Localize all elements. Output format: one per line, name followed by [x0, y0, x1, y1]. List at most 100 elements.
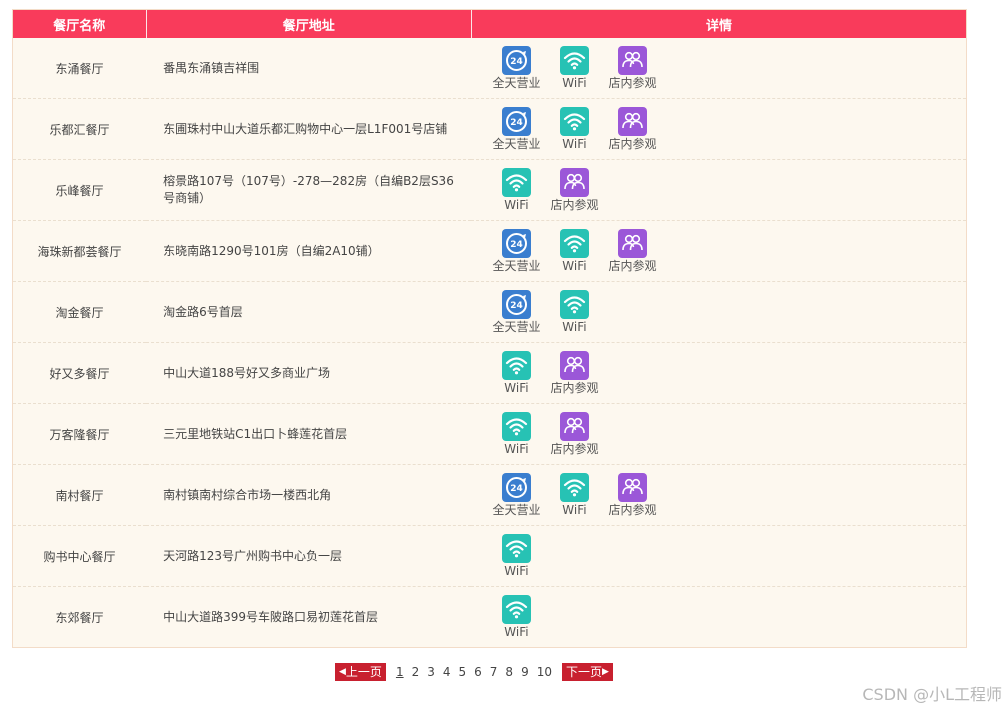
24-hours-icon: 24 — [501, 228, 531, 258]
header-restaurant-name: 餐厅名称 — [13, 10, 147, 38]
wifi-icon — [559, 472, 589, 502]
page-number-link[interactable]: 1 — [396, 665, 404, 679]
table-row: 南村餐厅 南村镇南村综合市场一楼西北角 24 全天营业 WiFi 店内参观 — [13, 464, 966, 526]
people-icon — [559, 167, 589, 197]
feature-allday[interactable]: 24 全天营业 — [487, 289, 545, 335]
restaurant-features: 24 全天营业 WiFi 店内参观 — [471, 98, 966, 160]
feature-allday[interactable]: 24 全天营业 — [487, 106, 545, 152]
people-icon — [617, 228, 647, 258]
feature-label: WiFi — [504, 197, 529, 212]
feature-wifi[interactable]: WiFi — [487, 533, 545, 579]
page-number-link[interactable]: 9 — [521, 665, 529, 679]
feature-wifi[interactable]: WiFi — [487, 350, 545, 396]
people-icon — [559, 411, 589, 441]
24-hours-icon: 24 — [501, 45, 531, 75]
people-icon — [617, 106, 647, 136]
page-number-link[interactable]: 8 — [505, 665, 513, 679]
page-number-list: 1 2 3 4 5 6 7 8 9 10 — [392, 665, 556, 679]
feature-allday[interactable]: 24 全天营业 — [487, 228, 545, 274]
feature-wifi[interactable]: WiFi — [545, 45, 603, 91]
feature-icon-group: 24 全天营业 WiFi 店内参观 — [487, 106, 966, 152]
feature-wifi[interactable]: WiFi — [487, 167, 545, 213]
restaurant-name: 海珠新都荟餐厅 — [13, 220, 147, 282]
feature-label: 店内参观 — [608, 502, 657, 517]
wifi-icon — [501, 167, 531, 197]
feature-wifi[interactable]: WiFi — [487, 594, 545, 640]
prev-page-label: 上一页 — [345, 665, 382, 679]
header-details: 详情 — [471, 10, 966, 38]
restaurant-name: 南村餐厅 — [13, 464, 147, 526]
restaurant-address: 东晓南路1290号101房（自编2A10铺） — [146, 220, 472, 282]
feature-icon-group: 24 全天营业 WiFi — [487, 289, 966, 335]
prev-page-button[interactable]: ◀ 上一页 — [335, 663, 386, 681]
feature-label: 全天营业 — [492, 75, 541, 90]
feature-wifi[interactable]: WiFi — [545, 228, 603, 274]
triangle-left-icon: ◀ — [339, 667, 346, 677]
wifi-icon — [501, 411, 531, 441]
restaurant-features: 24 全天营业 WiFi 店内参观 — [471, 220, 966, 282]
page-number-link[interactable]: 7 — [490, 665, 498, 679]
pagination: ◀ 上一页 1 2 3 4 5 6 7 8 9 10 下一页 ▶ — [335, 663, 613, 681]
feature-view[interactable]: 店内参观 — [603, 228, 661, 274]
feature-view[interactable]: 店内参观 — [603, 45, 661, 91]
page-number-link[interactable]: 10 — [537, 665, 552, 679]
feature-label: 全天营业 — [492, 502, 541, 517]
feature-label: 店内参观 — [550, 197, 599, 212]
feature-label: WiFi — [504, 624, 529, 639]
feature-icon-group: 24 全天营业 WiFi 店内参观 — [487, 45, 966, 91]
feature-allday[interactable]: 24 全天营业 — [487, 472, 545, 518]
table-row: 海珠新都荟餐厅 东晓南路1290号101房（自编2A10铺） 24 全天营业 WiFi 店… — [13, 220, 966, 282]
page-number-link[interactable]: 2 — [412, 665, 420, 679]
feature-icon-group: WiFi 店内参观 — [487, 350, 966, 396]
page-number-link[interactable]: 4 — [443, 665, 451, 679]
table-header-row: 餐厅名称 餐厅地址 详情 — [13, 10, 966, 38]
feature-allday[interactable]: 24 全天营业 — [487, 45, 545, 91]
feature-icon-group: 24 全天营业 WiFi 店内参观 — [487, 228, 966, 274]
feature-icon-group: WiFi — [487, 594, 966, 640]
feature-wifi[interactable]: WiFi — [545, 472, 603, 518]
feature-label: WiFi — [562, 136, 587, 151]
next-page-button[interactable]: 下一页 ▶ — [561, 663, 613, 681]
restaurant-address: 榕景路107号（107号）-278—282房（自编B2层S36号商铺） — [146, 159, 472, 221]
table-row: 东郊餐厅 中山大道路399号车陂路口易初莲花首层 WiFi — [13, 587, 966, 648]
restaurant-name: 淘金餐厅 — [13, 281, 147, 343]
restaurant-address: 三元里地铁站C1出口卜蜂莲花首层 — [146, 403, 472, 465]
feature-view[interactable]: 店内参观 — [545, 167, 603, 213]
page-number-link[interactable]: 6 — [474, 665, 482, 679]
wifi-icon — [501, 594, 531, 624]
feature-view[interactable]: 店内参观 — [603, 106, 661, 152]
table-row: 乐峰餐厅 榕景路107号（107号）-278—282房（自编B2层S36号商铺） W… — [13, 159, 966, 221]
feature-label: 全天营业 — [492, 258, 541, 273]
page-number-link[interactable]: 3 — [427, 665, 435, 679]
wifi-icon — [559, 228, 589, 258]
restaurant-features: WiFi — [471, 525, 966, 587]
table-row: 万客隆餐厅 三元里地铁站C1出口卜蜂莲花首层 WiFi 店内参观 — [13, 403, 966, 465]
table-row: 好又多餐厅 中山大道188号好又多商业广场 WiFi 店内参观 — [13, 342, 966, 404]
restaurant-address: 东圃珠村中山大道乐都汇购物中心一层L1F001号店铺 — [146, 98, 472, 160]
restaurant-address: 天河路123号广州购书中心负一层 — [146, 525, 472, 587]
restaurant-name: 东郊餐厅 — [55, 610, 104, 625]
feature-view[interactable]: 店内参观 — [545, 350, 603, 396]
restaurant-name: 购书中心餐厅 — [13, 525, 147, 587]
wifi-icon — [559, 289, 589, 319]
header-restaurant-address: 餐厅地址 — [146, 10, 472, 38]
wifi-icon — [501, 350, 531, 380]
feature-wifi[interactable]: WiFi — [487, 411, 545, 457]
feature-icon-group: WiFi 店内参观 — [487, 167, 966, 213]
restaurant-features: WiFi 店内参观 — [471, 159, 966, 221]
feature-label: WiFi — [562, 258, 587, 273]
restaurant-name: 万客隆餐厅 — [13, 403, 147, 465]
restaurant-name: 好又多餐厅 — [13, 342, 147, 404]
feature-wifi[interactable]: WiFi — [545, 289, 603, 335]
wifi-icon — [559, 106, 589, 136]
next-page-label: 下一页 — [565, 665, 602, 679]
feature-label: 店内参观 — [608, 258, 657, 273]
feature-wifi[interactable]: WiFi — [545, 106, 603, 152]
feature-view[interactable]: 店内参观 — [603, 472, 661, 518]
feature-view[interactable]: 店内参观 — [545, 411, 603, 457]
restaurant-table-container: 餐厅名称 餐厅地址 详情 东涌餐厅 番禺东涌镇吉祥围 24 全天营业 WiFi 店内参观乐… — [12, 9, 967, 648]
table-row: 乐都汇餐厅 东圃珠村中山大道乐都汇购物中心一层L1F001号店铺 24 全天营业 WiF… — [13, 98, 966, 160]
page-number-link[interactable]: 5 — [459, 665, 467, 679]
svg-text:24: 24 — [510, 484, 523, 494]
feature-icon-group: WiFi — [487, 533, 966, 579]
